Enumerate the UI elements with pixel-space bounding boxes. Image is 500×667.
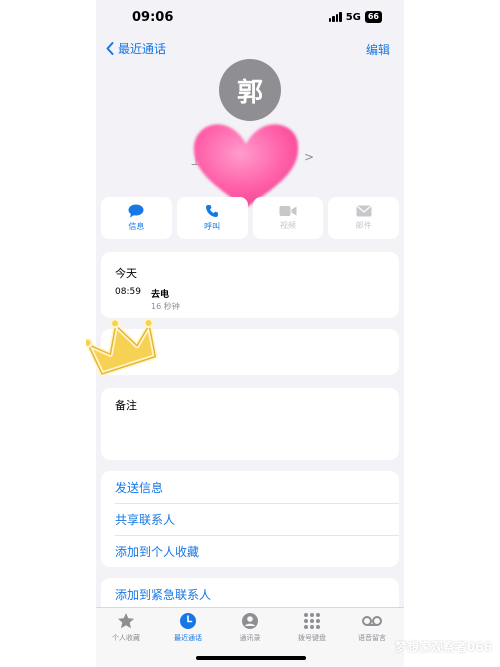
tab-contacts-label: 通讯录	[239, 634, 261, 642]
edit-button[interactable]: 编辑	[366, 41, 390, 58]
network-type: 5G	[345, 11, 361, 23]
status-indicators: 5G 66	[328, 11, 382, 23]
tab-keypad[interactable]: 拨号键盘	[282, 612, 342, 643]
clock-icon	[180, 613, 196, 629]
tab-voicemail[interactable]: 语音留言	[342, 612, 402, 643]
call-label: 呼叫	[204, 222, 221, 231]
share-contact-row[interactable]: 共享联系人	[115, 511, 175, 528]
notes-card[interactable]: 备注	[101, 388, 399, 460]
signal-icon	[328, 12, 342, 22]
chevron-right-icon[interactable]: >	[304, 150, 314, 164]
tab-favorites-label: 个人收藏	[112, 634, 140, 642]
star-icon	[118, 613, 134, 629]
mail-button[interactable]: 邮件	[328, 197, 399, 239]
tab-keypad-label: 拨号键盘	[298, 634, 326, 642]
tab-favorites[interactable]: 个人收藏	[96, 612, 156, 643]
video-button[interactable]: 视频	[252, 197, 324, 239]
notes-label: 备注	[115, 399, 137, 412]
tab-voicemail-label: 语音留言	[358, 634, 386, 642]
back-button[interactable]: 最近通话	[106, 40, 166, 57]
message-label: 信息	[128, 222, 145, 231]
contacts-icon	[242, 613, 258, 629]
mail-icon	[356, 205, 372, 217]
call-button[interactable]: 呼叫	[176, 197, 248, 239]
keypad-icon	[304, 613, 320, 629]
recent-calls-card: 今天 08:59 去电 16 秒钟	[101, 252, 399, 318]
tab-recents[interactable]: 最近通话	[158, 612, 218, 643]
call-time: 08:59	[115, 287, 141, 297]
add-to-favorites-row[interactable]: 添加到个人收藏	[115, 543, 199, 560]
voicemail-icon	[362, 616, 382, 626]
tab-recents-label: 最近通话	[174, 634, 202, 642]
row-divider	[115, 503, 399, 504]
video-icon	[279, 206, 297, 216]
recent-calls-title: 今天	[115, 267, 137, 280]
battery-icon: 66	[364, 11, 382, 23]
message-button[interactable]: 信息	[101, 197, 172, 239]
avatar: 郭	[219, 59, 281, 121]
watermark: 梦想家观察者066	[394, 640, 492, 654]
message-icon	[128, 204, 144, 218]
mail-label: 邮件	[355, 221, 372, 230]
call-duration: 16 秒钟	[151, 302, 180, 311]
phone-icon	[206, 205, 219, 217]
back-label: 最近通话	[118, 42, 167, 56]
contact-actions-card: 发送信息 共享联系人 添加到个人收藏	[101, 471, 399, 567]
video-label: 视频	[279, 221, 296, 230]
add-emergency-contact-row[interactable]: 添加到紧急联系人	[115, 586, 211, 603]
tab-contacts[interactable]: 通讯录	[220, 612, 280, 643]
home-indicator[interactable]	[196, 656, 306, 660]
row-divider	[115, 535, 399, 536]
chevron-left-icon	[106, 42, 114, 55]
crown-sticker-icon	[86, 318, 158, 377]
send-message-row[interactable]: 发送信息	[115, 479, 163, 496]
status-time: 09:06	[132, 10, 174, 25]
status-bar: 09:06 5G 66	[96, 0, 404, 34]
action-buttons: 信息 呼叫 视频 邮件	[101, 197, 399, 239]
call-type: 去电	[151, 290, 170, 300]
